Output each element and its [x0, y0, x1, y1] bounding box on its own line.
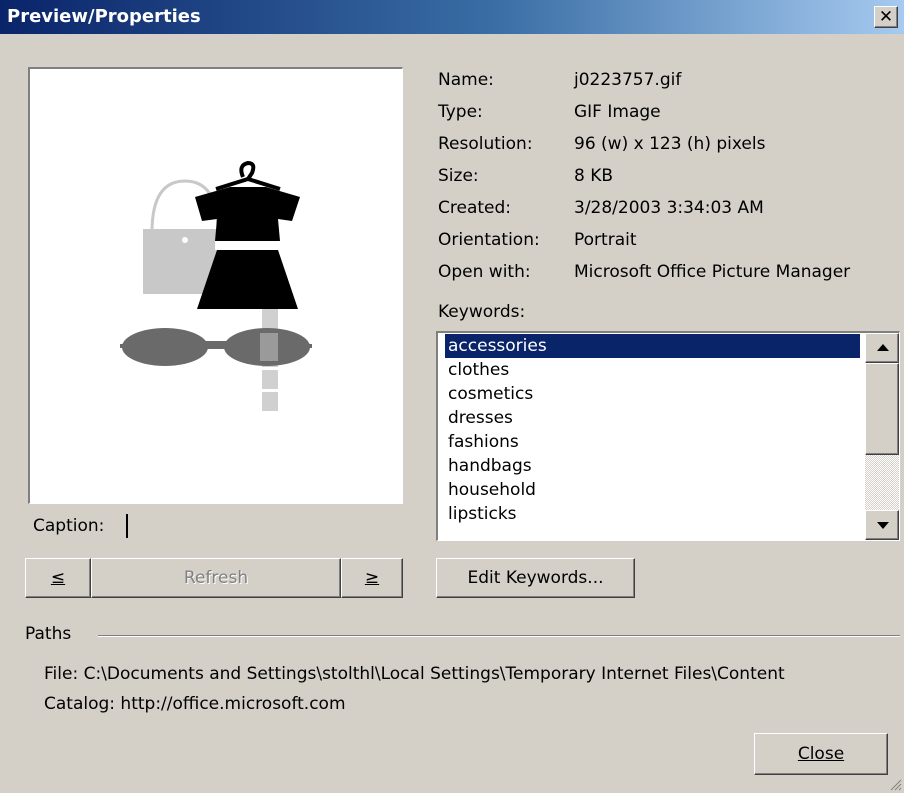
next-button[interactable]: ≥ [341, 558, 403, 598]
property-value: 3/28/2003 3:34:03 AM [574, 198, 764, 218]
scroll-up-button[interactable] [865, 333, 899, 363]
next-label: ≥ [364, 568, 380, 588]
close-window-button[interactable]: ✕ [874, 6, 898, 28]
property-value: GIF Image [574, 102, 661, 122]
keyword-item[interactable]: handbags [447, 454, 532, 478]
keyword-item-selected[interactable]: accessories [445, 334, 860, 358]
refresh-button[interactable]: Refresh [91, 558, 341, 598]
image-preview [28, 67, 403, 504]
property-label: Name: [438, 70, 494, 90]
scroll-down-button[interactable] [865, 510, 899, 540]
keyword-item[interactable]: cosmetics [447, 382, 533, 406]
property-value: 96 (w) x 123 (h) pixels [574, 134, 766, 154]
title-bar: Preview/Properties ✕ [0, 0, 904, 34]
keywords-label: Keywords: [438, 302, 526, 322]
edit-keywords-button[interactable]: Edit Keywords... [436, 558, 635, 598]
property-value: j0223757.gif [574, 70, 682, 90]
arrow-down-icon [877, 522, 889, 529]
clipart-fashion-image [120, 160, 312, 411]
edit-keywords-label: Edit Keywords... [467, 568, 604, 588]
paths-group-label: Paths [25, 624, 72, 644]
keyword-item[interactable]: household [447, 478, 536, 502]
property-value: 8 KB [574, 166, 614, 186]
resize-grip-icon[interactable] [888, 777, 902, 791]
close-label: Close [797, 744, 845, 764]
arrow-up-icon [877, 344, 889, 351]
scroll-thumb[interactable] [865, 363, 899, 455]
keywords-listbox[interactable]: accessories clothes cosmetics dresses fa… [436, 331, 900, 541]
close-icon: ✕ [878, 7, 894, 27]
property-label: Size: [438, 166, 479, 186]
property-label: Orientation: [438, 230, 540, 250]
property-value: Portrait [574, 230, 637, 250]
paths-divider [98, 635, 900, 637]
property-label: Open with: [438, 262, 531, 282]
property-label: Type: [438, 102, 483, 122]
previous-button[interactable]: ≤ [25, 558, 91, 598]
keywords-scrollbar[interactable] [865, 333, 899, 540]
keyword-item[interactable]: fashions [447, 430, 519, 454]
window-title: Preview/Properties [7, 6, 201, 27]
refresh-label: Refresh [183, 568, 249, 588]
keyword-item[interactable]: lipsticks [447, 502, 517, 526]
previous-label: ≤ [50, 568, 66, 588]
property-label: Created: [438, 198, 512, 218]
file-path: File: C:\Documents and Settings\stolthl\… [44, 664, 785, 684]
catalog-path: Catalog: http://office.microsoft.com [44, 694, 346, 714]
keyword-item[interactable]: dresses [447, 406, 513, 430]
close-button[interactable]: Close [754, 733, 888, 775]
keyword-item[interactable]: clothes [447, 358, 509, 382]
caption-label: Caption: [33, 516, 105, 536]
property-value: Microsoft Office Picture Manager [574, 262, 851, 282]
caption-field[interactable] [126, 514, 128, 538]
property-label: Resolution: [438, 134, 533, 154]
